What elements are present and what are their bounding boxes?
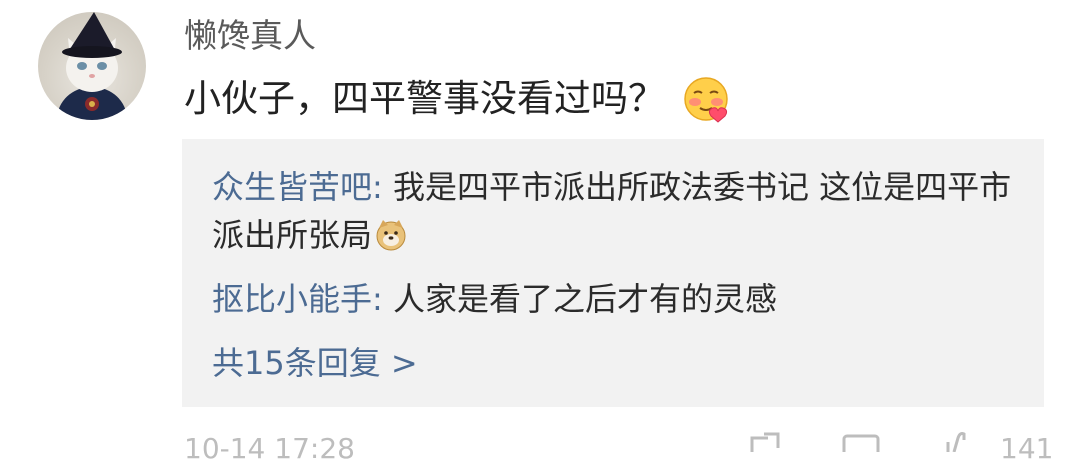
reply-username[interactable]: 众生皆苦吧: xyxy=(212,168,383,206)
like-icon[interactable] xyxy=(944,432,978,452)
comment-username[interactable]: 懒馋真人 xyxy=(184,14,316,58)
reply-text: 人家是看了之后才有的灵感 xyxy=(382,280,777,318)
reply-item[interactable]: 众生皆苦吧: 我是四平市派出所政法委书记 这位是四平市派出所张局 xyxy=(212,163,1022,259)
share-icon[interactable] xyxy=(748,432,782,452)
reply-item[interactable]: 抠比小能手: 人家是看了之后才有的灵感 xyxy=(212,275,1022,323)
more-replies-link[interactable]: 共15条回复 > xyxy=(212,339,418,387)
reply-username[interactable]: 抠比小能手: xyxy=(212,280,383,318)
cat-wizard-avatar-icon xyxy=(56,12,128,120)
avatar[interactable] xyxy=(38,12,146,120)
like-count: 141 xyxy=(1000,432,1054,465)
comment-text: 小伙子，四平警事没看过吗？ xyxy=(184,77,665,120)
comment-timestamp: 10-14 17:28 xyxy=(184,432,355,465)
comment-icon[interactable] xyxy=(842,432,880,452)
comment-text-row: 小伙子，四平警事没看过吗？ xyxy=(184,74,731,124)
flushed-hearts-emoji-icon xyxy=(681,74,731,124)
doge-emoji-icon xyxy=(374,217,408,251)
replies-panel: 众生皆苦吧: 我是四平市派出所政法委书记 这位是四平市派出所张局 抠比小能手: … xyxy=(182,139,1044,407)
